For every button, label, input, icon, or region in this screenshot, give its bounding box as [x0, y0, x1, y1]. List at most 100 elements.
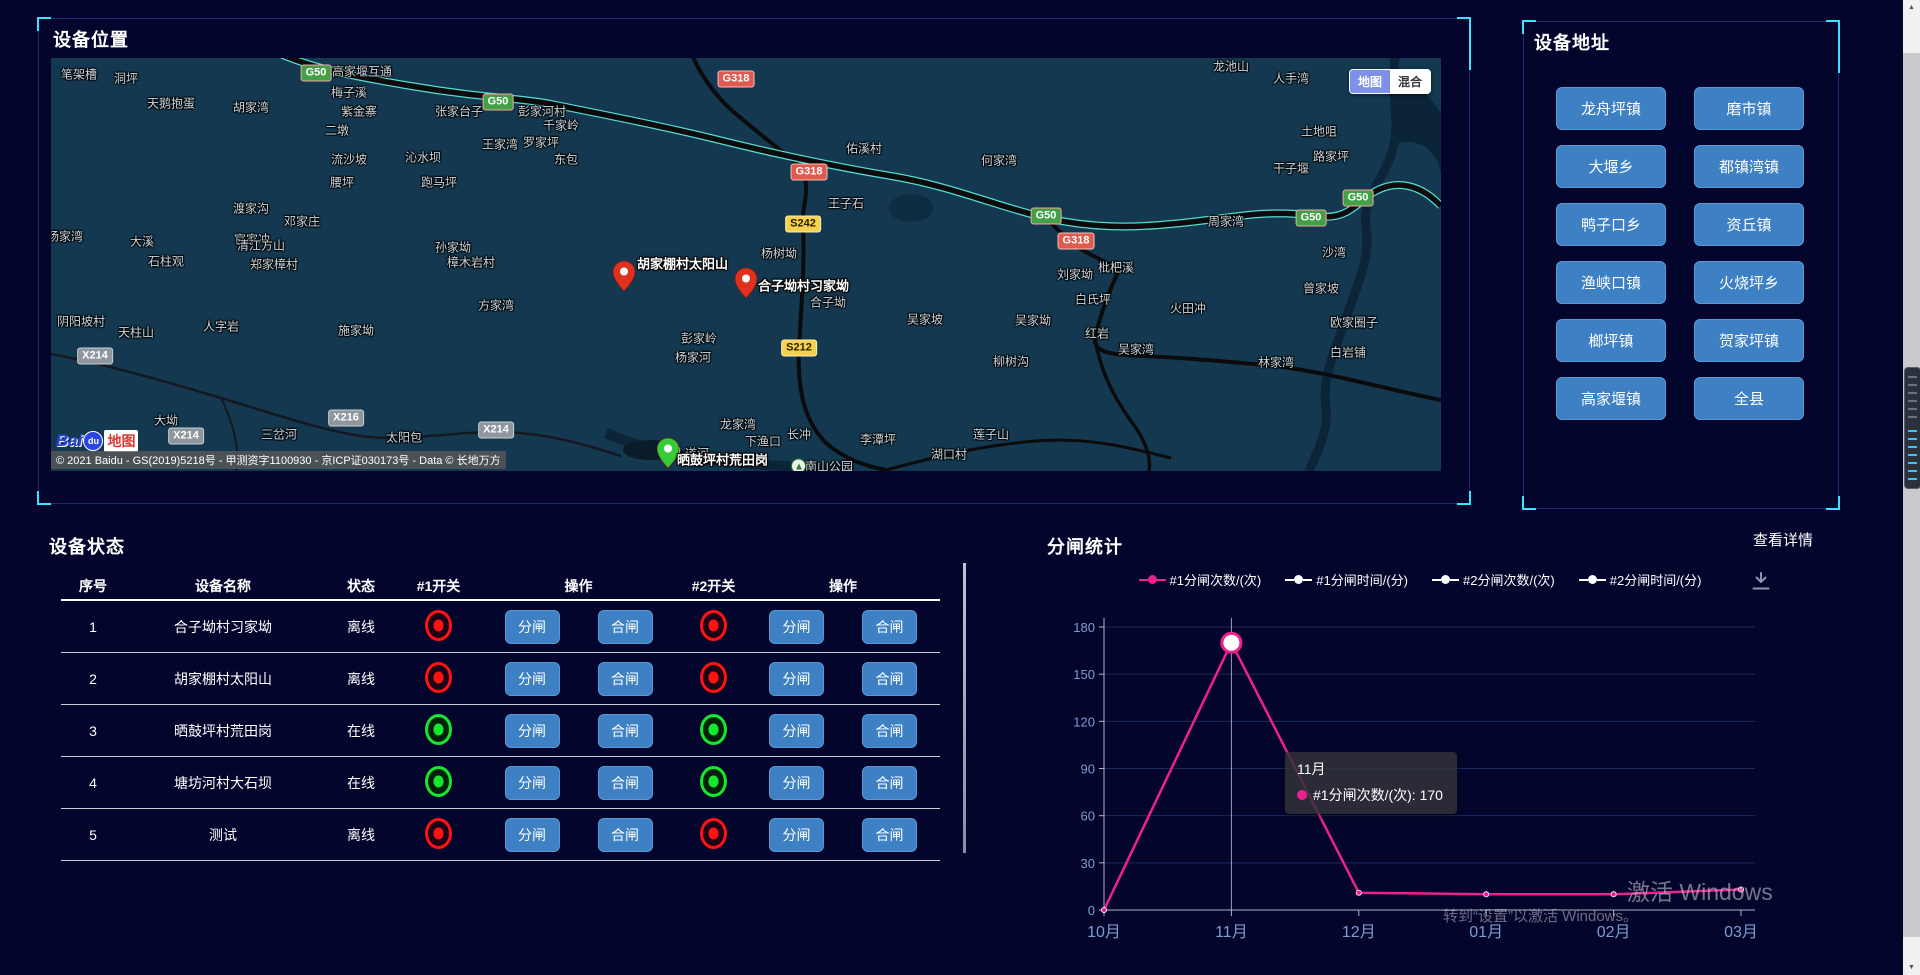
- panel-title-device-location: 设备位置: [53, 26, 129, 52]
- table-header-cell: #2开关: [681, 576, 746, 596]
- operation-cell: 分闸 合闸: [476, 818, 681, 852]
- table-header-cell: 操作: [476, 576, 681, 596]
- map-pin-label: 晒鼓坪村荒田岗: [677, 450, 768, 469]
- close-button[interactable]: 合闸: [862, 818, 917, 852]
- close-button[interactable]: 合闸: [598, 662, 653, 696]
- scrollbar-down-arrow[interactable]: ▼: [1903, 960, 1920, 975]
- corner-decoration: [1522, 496, 1536, 510]
- close-button[interactable]: 合闸: [598, 610, 653, 644]
- map-type-hybrid-button[interactable]: 混合: [1390, 70, 1430, 93]
- address-button[interactable]: 火烧坪乡: [1694, 261, 1804, 304]
- svg-text:0: 0: [1088, 903, 1095, 918]
- trip-button[interactable]: 分闸: [769, 818, 824, 852]
- view-details-link[interactable]: 查看详情: [1753, 529, 1813, 550]
- table-cell: 1: [61, 619, 125, 635]
- close-button[interactable]: 合闸: [862, 610, 917, 644]
- map-place-label: 三岔河: [261, 426, 297, 443]
- operation-cell: 分闸 合闸: [476, 714, 681, 748]
- map-place-label: 二墩: [325, 122, 349, 139]
- table-cell: 在线: [321, 721, 401, 741]
- road-badge-x214: X214: [478, 422, 514, 439]
- legend-item[interactable]: #1分闸次数/(次): [1139, 570, 1262, 589]
- address-button[interactable]: 全县: [1694, 377, 1804, 420]
- close-button[interactable]: 合闸: [862, 714, 917, 748]
- table-scrollbar[interactable]: [963, 563, 966, 853]
- legend-item[interactable]: #2分闸时间/(分): [1579, 570, 1702, 589]
- trip-button[interactable]: 分闸: [769, 714, 824, 748]
- map-pin-marker[interactable]: [735, 268, 757, 303]
- svg-text:90: 90: [1081, 762, 1095, 777]
- switch-indicator-cell: [401, 766, 476, 800]
- map-place-label: 阴阳坡村: [57, 313, 105, 330]
- close-button[interactable]: 合闸: [862, 662, 917, 696]
- switch-indicator-cell: [681, 714, 746, 748]
- device-address-panel: 设备地址 龙舟坪镇磨市镇大堰乡都镇湾镇鸭子口乡资丘镇渔峡口镇火烧坪乡榔坪镇贺家坪…: [1523, 21, 1839, 509]
- trip-button[interactable]: 分闸: [505, 766, 560, 800]
- trip-button[interactable]: 分闸: [769, 766, 824, 800]
- operation-cell: 分闸 合闸: [746, 766, 940, 800]
- map-place-label: 高家堰互通: [332, 63, 392, 80]
- table-cell: 2: [61, 671, 125, 687]
- map-place-label: 王子石: [828, 195, 864, 212]
- svg-text:120: 120: [1073, 714, 1095, 729]
- corner-decoration: [1457, 17, 1471, 70]
- trip-button[interactable]: 分闸: [505, 714, 560, 748]
- tooltip-value: #1分闸次数/(次): 170: [1313, 785, 1443, 805]
- map-place-label: 天柱山: [118, 324, 154, 341]
- map-place-label: 湖口村: [931, 446, 967, 463]
- panel-title-device-address: 设备地址: [1534, 29, 1610, 55]
- table-header-cell: 设备名称: [125, 576, 321, 596]
- map-pin-marker[interactable]: [613, 261, 635, 296]
- trip-button[interactable]: 分闸: [769, 610, 824, 644]
- baidu-logo-map-word: 地图: [104, 430, 138, 452]
- address-button[interactable]: 贺家坪镇: [1694, 319, 1804, 362]
- road-badge-g50: G50: [301, 65, 332, 82]
- operation-cell: 分闸 合闸: [476, 610, 681, 644]
- corner-decoration: [37, 491, 51, 505]
- close-button[interactable]: 合闸: [598, 714, 653, 748]
- table-cell: 测试: [125, 825, 321, 845]
- trip-button[interactable]: 分闸: [505, 818, 560, 852]
- baidu-paw-icon: du: [83, 431, 103, 451]
- address-button[interactable]: 龙舟坪镇: [1556, 87, 1666, 130]
- map-place-label: 沁水坝: [405, 149, 441, 166]
- map-place-label: 太阳包: [386, 429, 422, 446]
- legend-item[interactable]: #2分闸次数/(次): [1432, 570, 1555, 589]
- legend-item[interactable]: #1分闸时间/(分): [1285, 570, 1408, 589]
- trip-button[interactable]: 分闸: [505, 662, 560, 696]
- map-pin-marker[interactable]: [657, 438, 679, 471]
- trip-button[interactable]: 分闸: [769, 662, 824, 696]
- operation-cell: 分闸 合闸: [746, 818, 940, 852]
- map-type-map-button[interactable]: 地图: [1350, 70, 1390, 93]
- map-place-label: 火田冲: [1170, 300, 1206, 317]
- legend-label: #2分闸时间/(分): [1610, 570, 1702, 589]
- map-place-label: 路家坪: [1313, 148, 1349, 165]
- map-place-label: 杨家湾: [51, 228, 83, 245]
- map-place-label: 罗家坪: [523, 134, 559, 151]
- address-button[interactable]: 磨市镇: [1694, 87, 1804, 130]
- scrollbar-thumb[interactable]: [1903, 53, 1920, 937]
- table-row: 4塘坊河村大石坝在线分闸合闸分闸合闸: [61, 757, 940, 809]
- address-button[interactable]: 榔坪镇: [1556, 319, 1666, 362]
- address-button[interactable]: 资丘镇: [1694, 203, 1804, 246]
- address-button[interactable]: 鸭子口乡: [1556, 203, 1666, 246]
- address-button[interactable]: 渔峡口镇: [1556, 261, 1666, 304]
- corner-decoration: [1826, 496, 1840, 510]
- switch-indicator-off: [425, 610, 452, 641]
- scrollbar-up-arrow[interactable]: ▲: [1903, 0, 1920, 15]
- close-button[interactable]: 合闸: [862, 766, 917, 800]
- close-button[interactable]: 合闸: [598, 818, 653, 852]
- trip-button[interactable]: 分闸: [505, 610, 560, 644]
- table-cell: 离线: [321, 825, 401, 845]
- address-button[interactable]: 大堰乡: [1556, 145, 1666, 188]
- map-place-label: 枇杷溪: [1098, 259, 1134, 276]
- close-button[interactable]: 合闸: [598, 766, 653, 800]
- road-badge-s242: S242: [785, 216, 821, 233]
- address-button[interactable]: 都镇湾镇: [1694, 145, 1804, 188]
- baidu-map[interactable]: 笔架槽洞坪天鹅抱蛋胡家湾高家堰互通梅子溪紫金寨二墩流沙坡沁水坝张家台子彭家河村千…: [51, 58, 1441, 471]
- map-place-label: 洞坪: [114, 70, 138, 87]
- legend-label: #1分闸时间/(分): [1316, 570, 1408, 589]
- page-scrollbar[interactable]: ▲ ▼: [1903, 0, 1920, 975]
- address-button[interactable]: 高家堰镇: [1556, 377, 1666, 420]
- road-badge-g50: G50: [483, 94, 514, 111]
